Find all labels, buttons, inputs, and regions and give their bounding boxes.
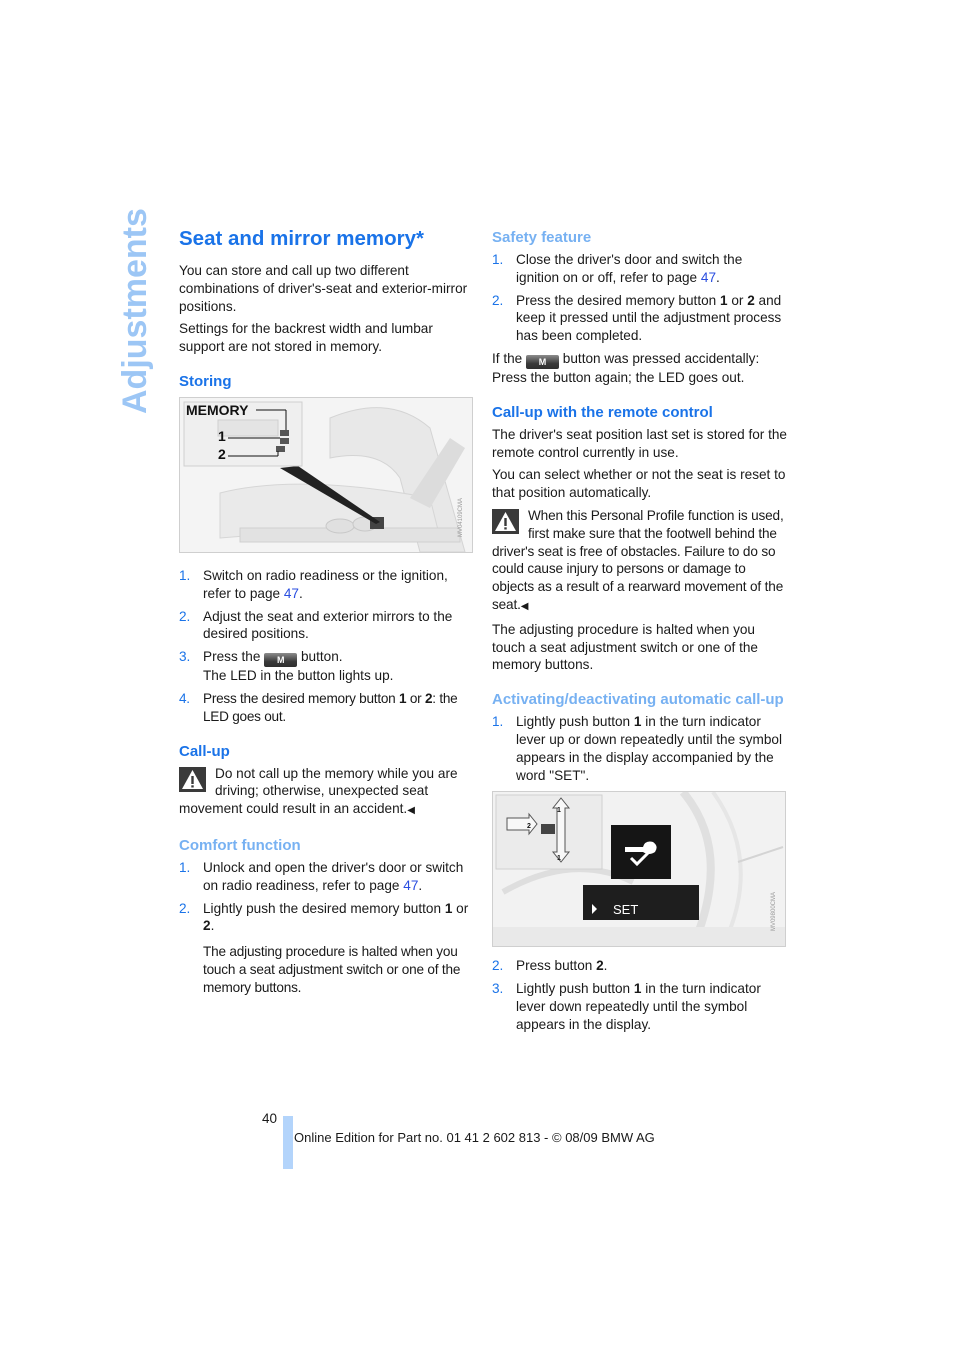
page-link[interactable]: 47 [403, 878, 418, 893]
step-text: or [406, 690, 425, 706]
display-set-figure: SET 1 2 1 MV09800CMA [492, 791, 786, 948]
callup-warning: Do not call up the memory while you are … [179, 765, 474, 820]
step-text: or [452, 900, 469, 916]
intro-paragraph-1: You can store and call up two different … [179, 263, 468, 314]
comfort-steps: 1. Unlock and open the driver's door or … [179, 859, 474, 935]
figure-label-1: 1 [218, 427, 226, 444]
step-number: 1. [492, 714, 504, 730]
auto-callup-heading: Activating/deactivating automatic call-u… [492, 691, 784, 709]
step-text: . [418, 877, 423, 893]
comfort-note: The adjusting procedure is halted when y… [203, 944, 461, 995]
safety-steps: 1. Close the driver's door and switch th… [492, 251, 787, 345]
list-item: 3. Press the M button. The LED in the bu… [179, 648, 474, 685]
list-item: 2. Press button 2. [492, 957, 787, 975]
remote-warning: When this Personal Profile function is u… [492, 507, 787, 616]
memory-buttons-figure: MEMORY 1 2 MV04109CMA [179, 396, 473, 553]
step-number: 3. [492, 981, 504, 997]
lever-label-2: 2 [527, 823, 531, 831]
page-number: 40 [262, 1111, 278, 1126]
warning-icon [492, 508, 519, 534]
list-item: 2. Lightly push the desired memory butto… [179, 900, 474, 936]
step-text: Lightly push the desired memory button [203, 900, 445, 916]
step-number: 2. [492, 292, 504, 308]
page-link[interactable]: 47 [284, 586, 299, 601]
bold-text: 2 [596, 958, 604, 974]
step-text: Press button [516, 958, 597, 974]
list-item: 1. Switch on radio readiness or the igni… [179, 567, 474, 603]
step-number: 2. [179, 900, 191, 916]
step-text: Lightly push button [516, 714, 634, 730]
intro-paragraph-2: Settings for the backrest width and lumb… [179, 321, 433, 355]
auto-steps-1: 1. Lightly push button 1 in the turn ind… [492, 713, 787, 784]
step-text: The LED in the button lights up. [203, 668, 394, 684]
step-number: 1. [179, 567, 191, 583]
lever-label-1-down: 1 [557, 855, 561, 863]
list-item: 3. Lightly push button 1 in the turn ind… [492, 980, 787, 1033]
figure-label-memory: MEMORY [186, 401, 249, 418]
warning-text: Do not call up the memory while you are … [179, 765, 458, 817]
step-text: . [716, 269, 720, 285]
page-link[interactable]: 47 [701, 270, 716, 285]
lever-label-1: 1 [557, 807, 561, 815]
step-text: . [298, 585, 303, 601]
step-text: Switch on radio readiness or the ignitio… [203, 567, 448, 601]
memory-m-button-icon: M [526, 354, 560, 369]
note-text: If the [492, 350, 527, 366]
step-text: or [727, 292, 748, 308]
bold-text: 1 [720, 292, 728, 308]
step-number: 1. [179, 859, 191, 875]
memory-m-button-icon: M [264, 653, 298, 668]
display-set-text: SET [613, 902, 639, 918]
safety-note: If the M button was pressed accidentally… [492, 350, 787, 387]
remote-heading: Call-up with the remote control [492, 403, 713, 421]
figure-id: MV09800CMA [771, 892, 778, 932]
end-mark-icon: ◀ [520, 600, 529, 612]
step-text: . [210, 918, 215, 934]
step-number: 2. [179, 608, 191, 624]
step-text: Adjust the seat and exterior mirrors to … [203, 608, 453, 642]
step-number: 4. [179, 690, 190, 706]
comfort-heading: Comfort function [179, 836, 301, 854]
step-text: Lightly push button [516, 981, 634, 997]
list-item: 2. Press the desired memory button 1 or … [492, 292, 787, 345]
end-mark-icon: ◀ [407, 805, 415, 817]
step-text: Unlock and open the driver's door or swi… [203, 859, 464, 893]
list-item: 1. Unlock and open the driver's door or … [179, 859, 474, 895]
warning-text: When this Personal Profile function is u… [492, 507, 784, 612]
footer-accent-bar [283, 1116, 293, 1169]
warning-icon [179, 766, 206, 792]
storing-steps: 1. Switch on radio readiness or the igni… [179, 567, 474, 726]
page-title: Seat and mirror memory* [179, 227, 424, 250]
list-item: 4. Press the desired memory button 1 or … [179, 690, 474, 726]
figure-label-2: 2 [218, 445, 226, 462]
callup-heading: Call-up [179, 742, 230, 760]
remote-paragraph-1: The driver's seat position last set is s… [492, 426, 787, 460]
bold-text: 2 [203, 918, 211, 934]
step-text: Press the desired memory button [203, 690, 399, 706]
instrument-display-illustration [493, 792, 785, 947]
left-column: Seat and mirror memory* You can store an… [179, 226, 474, 1002]
list-item: 1. Close the driver's door and switch th… [492, 251, 787, 287]
footer-edition-text: Online Edition for Part no. 01 41 2 602 … [294, 1130, 655, 1145]
auto-steps-2: 2. Press button 2. 3. Lightly push butto… [492, 957, 787, 1033]
step-text: . [603, 958, 608, 974]
section-side-tab: Adjustments [112, 208, 154, 418]
step-number: 3. [179, 649, 191, 665]
seat-illustration [180, 397, 472, 552]
step-text: Press the [203, 649, 265, 665]
remote-paragraph-2: You can select whether or not the seat i… [492, 467, 786, 501]
storing-heading: Storing [179, 372, 232, 390]
step-number: 1. [492, 252, 504, 267]
figure-id: MV04109CMA [458, 497, 465, 538]
safety-heading: Safety feature [492, 229, 592, 246]
list-item: 2. Adjust the seat and exterior mirrors … [179, 608, 474, 644]
bold-text: 2 [747, 292, 755, 308]
right-column: Safety feature 1. Close the driver's doo… [492, 229, 787, 1039]
step-text: Press the desired memory button [516, 292, 720, 308]
side-tab-label: Adjustments [116, 208, 154, 414]
list-item: 1. Lightly push button 1 in the turn ind… [492, 713, 787, 784]
remote-note: The adjusting procedure is halted when y… [492, 621, 758, 673]
step-text: button. [297, 649, 343, 665]
step-number: 2. [492, 958, 504, 974]
